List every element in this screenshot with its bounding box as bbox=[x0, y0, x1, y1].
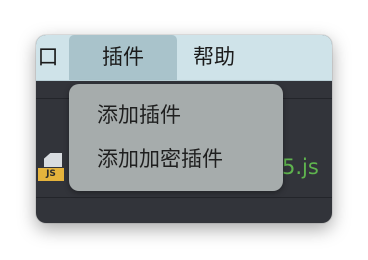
file-name-suffix[interactable]: 5.js bbox=[282, 153, 319, 181]
file-page-icon bbox=[44, 153, 62, 167]
js-badge: JS bbox=[38, 168, 64, 181]
menu-item-add-encrypted-plugin[interactable]: 添加加密插件 bbox=[69, 142, 283, 176]
menu-plugins[interactable]: 插件 bbox=[69, 35, 177, 80]
js-file-icon: JS bbox=[38, 153, 68, 183]
plugins-dropdown-menu: 添加插件 添加加密插件 bbox=[69, 84, 283, 191]
row-divider bbox=[36, 197, 332, 198]
menu-item-add-plugin[interactable]: 添加插件 bbox=[69, 98, 283, 132]
app-window: 口 插件 帮助 JS 5.js 添加插件 添加加密插件 bbox=[36, 35, 332, 223]
menu-window[interactable]: 口 bbox=[36, 35, 63, 80]
menu-bar: 口 插件 帮助 bbox=[36, 35, 332, 81]
menu-help[interactable]: 帮助 bbox=[184, 35, 244, 80]
